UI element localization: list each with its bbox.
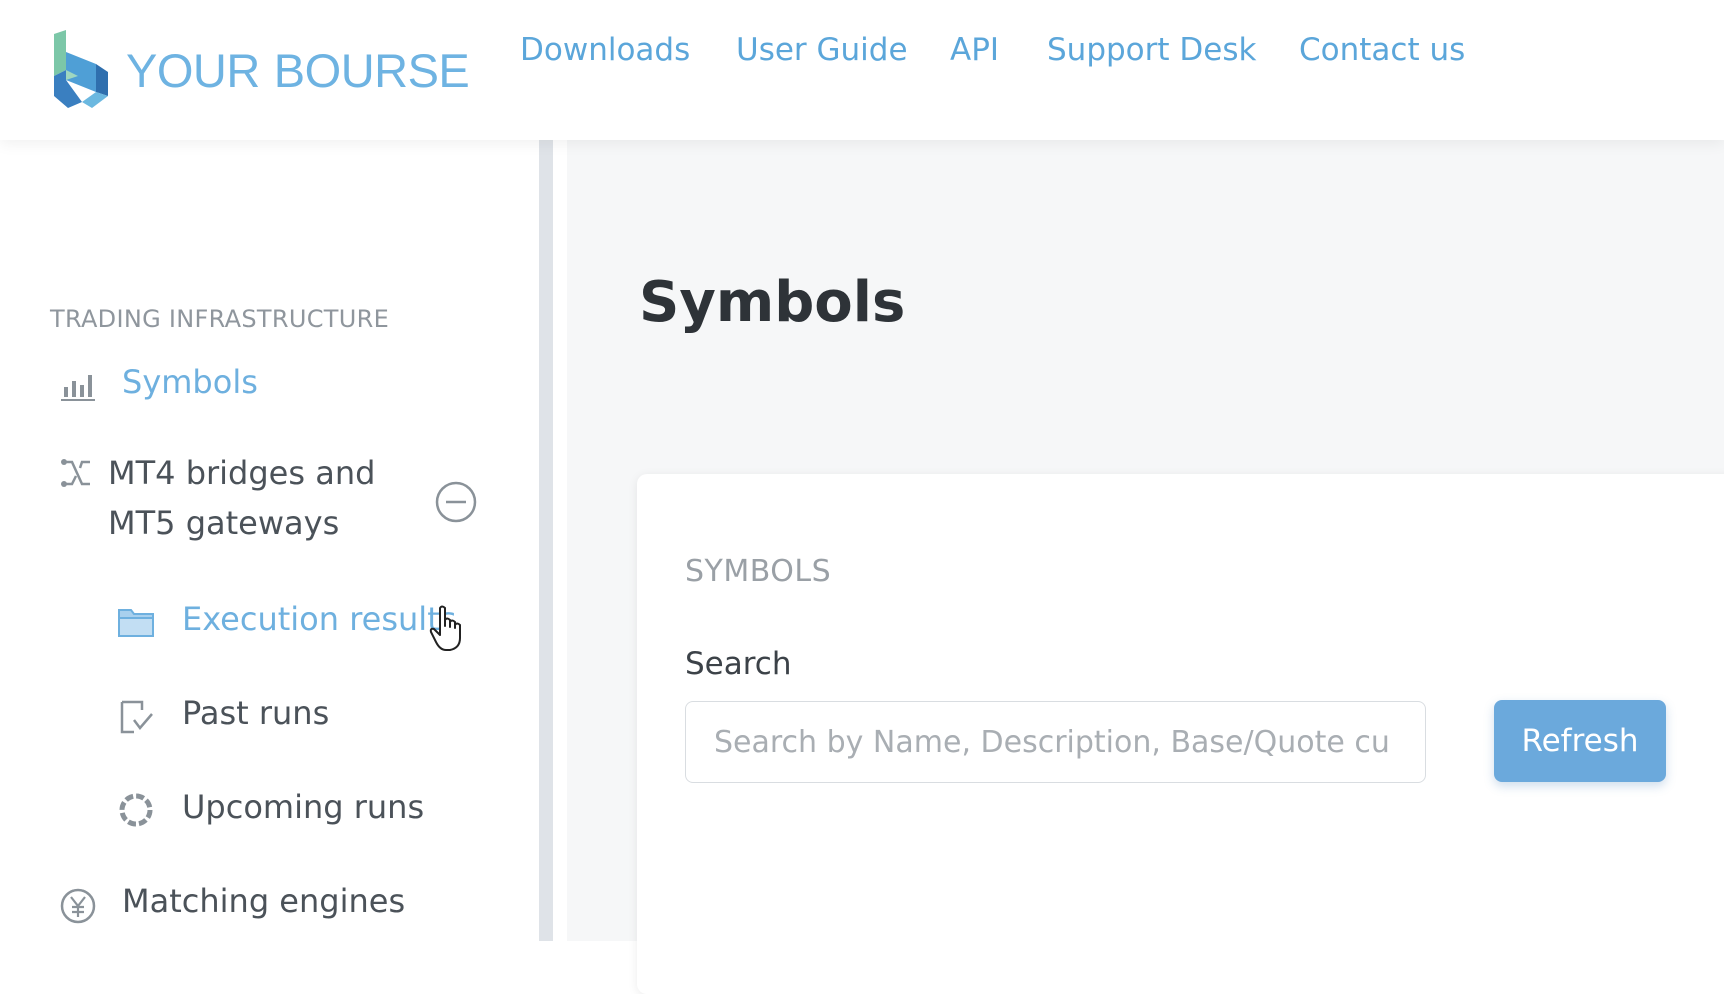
sidebar-item-upcoming-runs[interactable]: Upcoming runs — [116, 788, 424, 830]
hand-cursor-icon — [428, 604, 468, 658]
sidebar-item-label: Past runs — [182, 694, 330, 732]
page-title: Symbols — [639, 270, 906, 335]
card-heading: SYMBOLS — [685, 554, 832, 589]
sidebar-item-symbols[interactable]: Symbols — [58, 363, 258, 403]
sidebar-section-heading: TRADING INFRASTRUCTURE — [50, 305, 390, 333]
brand-logo[interactable]: YOUR BOURSE — [52, 30, 470, 110]
sidebar-item-mt4-bridges[interactable]: MT4 bridges and MT5 gateways — [58, 448, 408, 548]
sidebar-item-label: MT4 bridges and MT5 gateways — [108, 454, 376, 542]
collapse-minus-icon[interactable] — [434, 480, 478, 524]
logo-mark-icon — [52, 30, 112, 110]
nav-link-contact-us[interactable]: Contact us — [1299, 32, 1465, 68]
main-content: Symbols SYMBOLS Search Refresh — [567, 140, 1724, 994]
brand-name: YOUR BOURSE — [126, 43, 470, 97]
nav-link-api[interactable]: API — [950, 32, 999, 68]
sidebar-item-label: Upcoming runs — [182, 788, 425, 826]
sidebar-item-label: Symbols — [122, 363, 258, 401]
loading-ring-icon — [116, 790, 156, 830]
sidebar-item-label: Matching engines — [122, 882, 406, 920]
bridge-icon — [58, 454, 98, 494]
yen-coin-icon — [58, 886, 98, 926]
folder-icon — [116, 602, 156, 642]
symbols-card: SYMBOLS Search Refresh — [637, 474, 1724, 994]
nav-link-support-desk[interactable]: Support Desk — [1047, 32, 1256, 68]
refresh-button[interactable]: Refresh — [1494, 700, 1666, 782]
checklist-icon — [116, 696, 156, 736]
sidebar-item-matching-engines[interactable]: Matching engines — [58, 882, 405, 926]
search-label: Search — [685, 646, 792, 682]
nav-link-user-guide[interactable]: User Guide — [736, 32, 908, 68]
sidebar: TRADING INFRASTRUCTURE Symbols MT4 bridg… — [0, 140, 553, 941]
top-header: YOUR BOURSE Downloads User Guide API Supp… — [0, 0, 1724, 140]
sidebar-item-label: Execution results — [182, 600, 457, 638]
nav-link-downloads[interactable]: Downloads — [520, 32, 690, 68]
sidebar-item-past-runs[interactable]: Past runs — [116, 694, 329, 736]
bar-chart-icon — [58, 363, 98, 403]
sidebar-item-execution-results[interactable]: Execution results — [116, 600, 456, 642]
search-input[interactable] — [685, 701, 1426, 783]
